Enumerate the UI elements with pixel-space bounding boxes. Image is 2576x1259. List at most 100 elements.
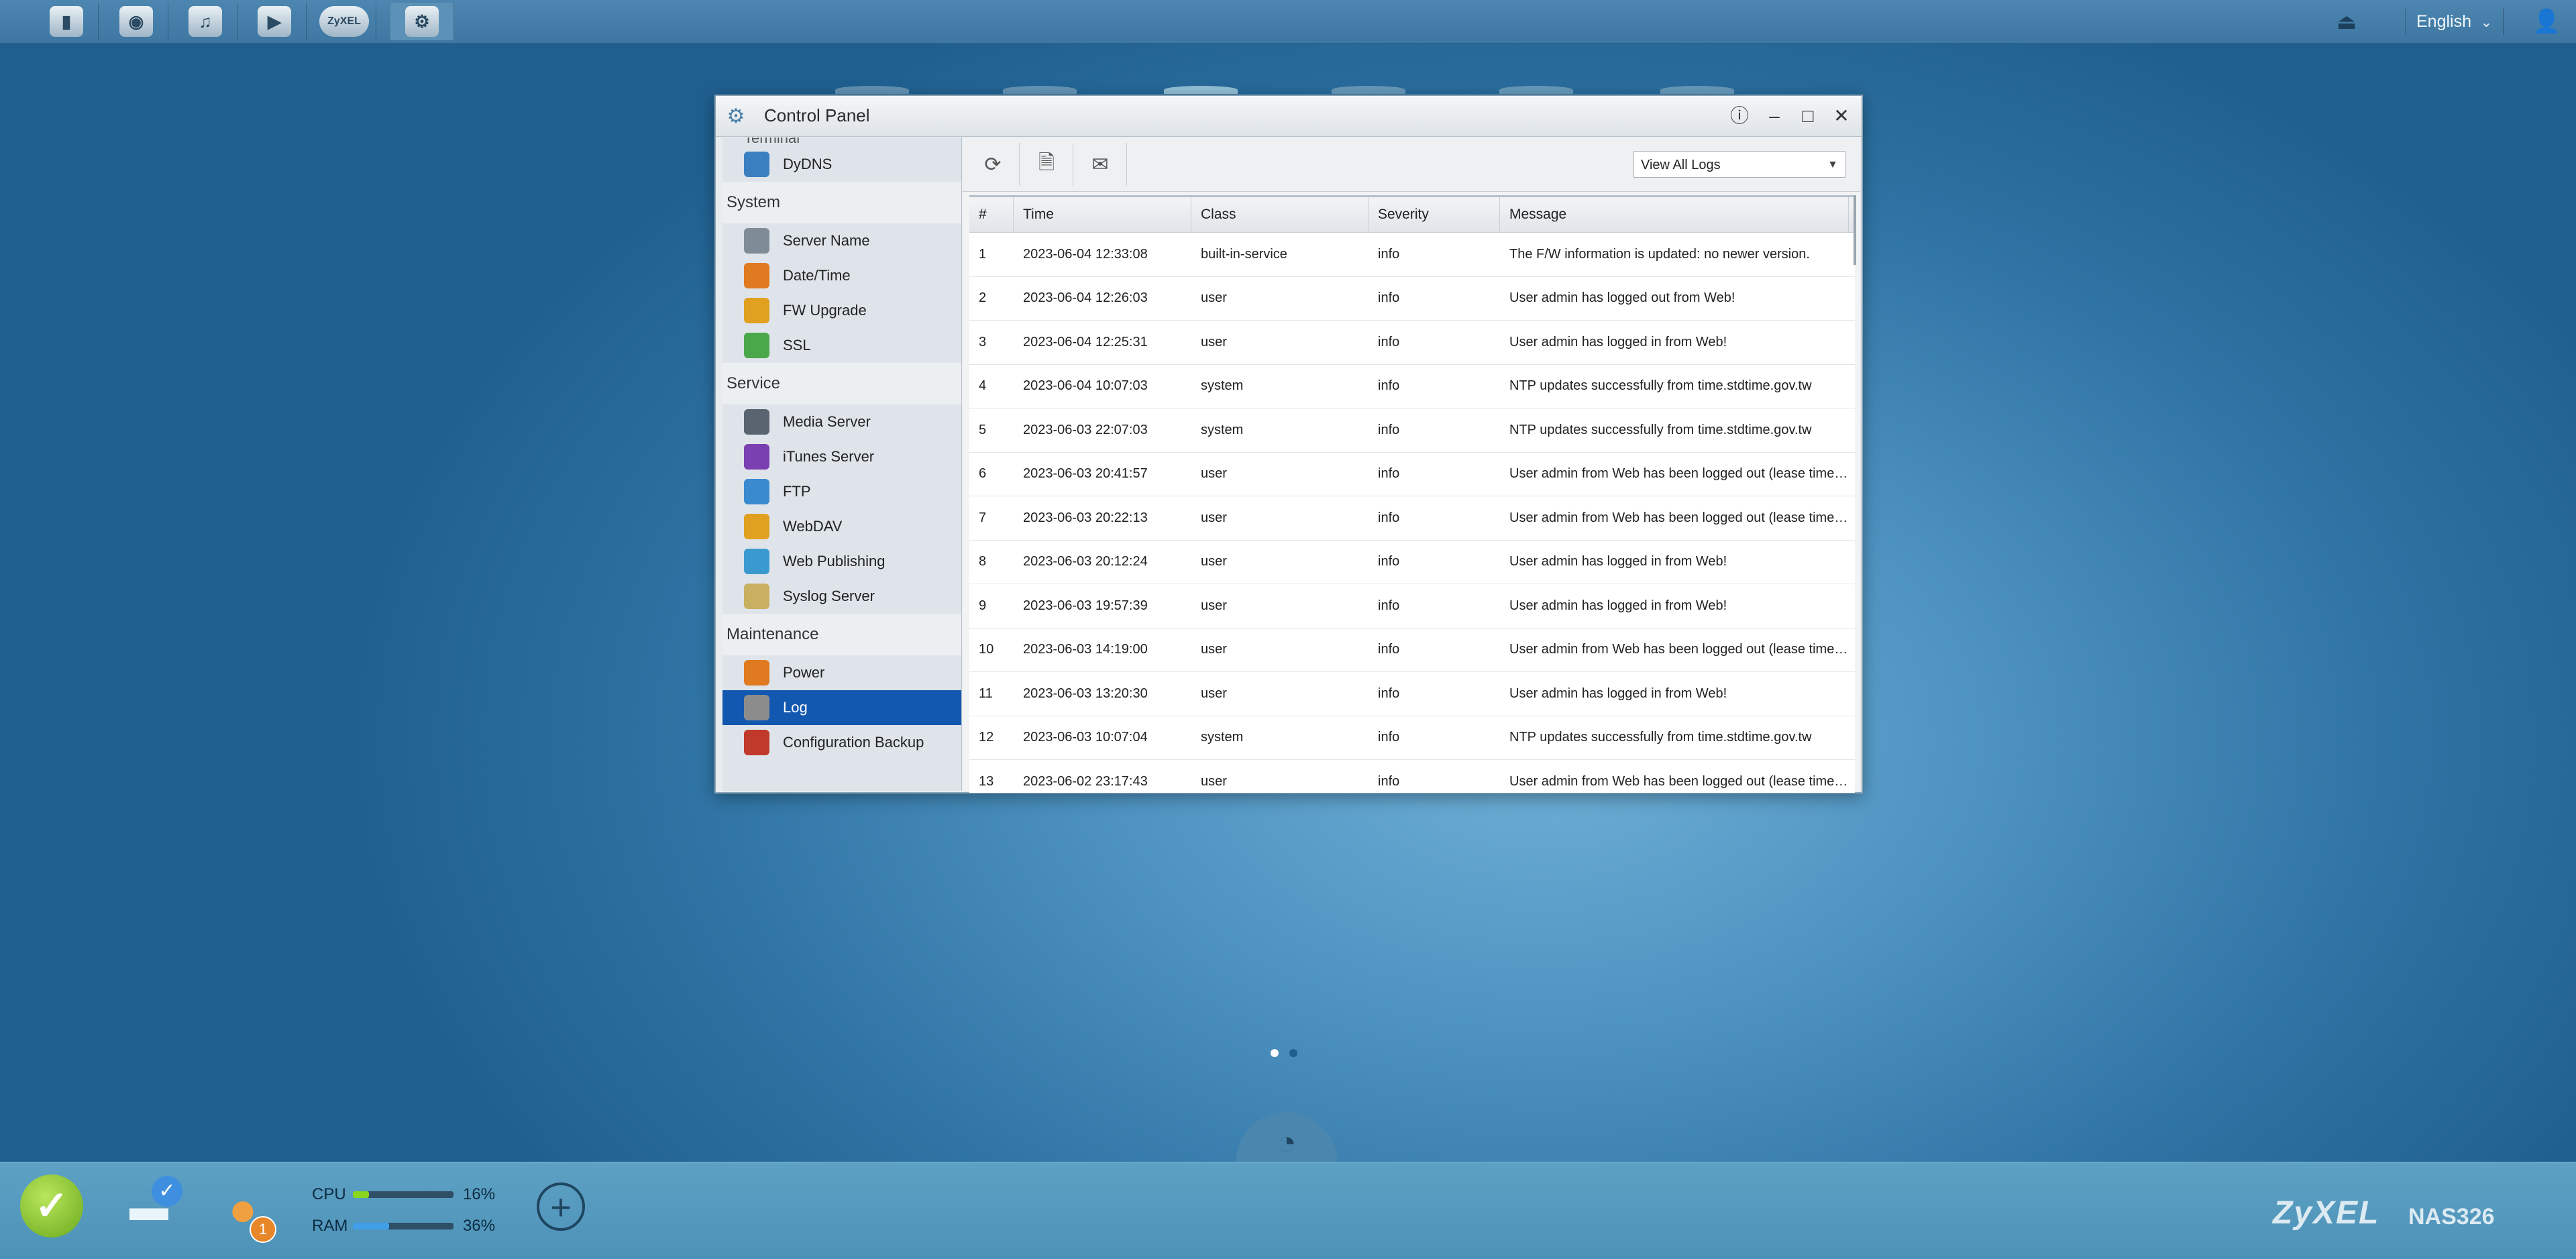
sidebar-item-dydns[interactable]: DyDNS xyxy=(722,147,961,182)
table-row[interactable]: 1 2023-06-04 12:33:08 built-in-service info… xyxy=(969,233,1855,277)
cpu-meter-fill xyxy=(353,1191,369,1198)
page-dot-1[interactable] xyxy=(1271,1049,1279,1057)
table-cell: 5 xyxy=(979,422,987,437)
table-cell: User admin has logged in from Web! xyxy=(1509,686,1727,701)
control-panel-icon: ⚙ xyxy=(727,105,745,127)
sidebar-item-webdav[interactable]: WebDAV xyxy=(722,509,961,544)
sidebar-item-ssl[interactable]: SSL xyxy=(722,328,961,363)
video-app-app-icon[interactable]: ▶ xyxy=(243,3,307,40)
page-dot-2[interactable] xyxy=(1289,1049,1297,1057)
table-row[interactable]: 9 2023-06-03 19:57:39 user info User admin h… xyxy=(969,584,1855,628)
sidebar-item-configuration-backup[interactable]: Configuration Backup xyxy=(722,725,961,760)
sidebar-item-terminal[interactable]: Terminal xyxy=(722,138,961,147)
close-button[interactable]: ✕ xyxy=(1829,104,1854,128)
table-cell: info xyxy=(1378,686,1400,701)
storage-status-icon[interactable]: ▬ ✓ xyxy=(115,1176,182,1239)
table-cell: system xyxy=(1201,730,1244,745)
sidebar-item-label: Configuration Backup xyxy=(783,734,924,751)
window-title: Control Panel xyxy=(764,105,870,125)
table-cell: system xyxy=(1201,422,1244,437)
table-cell: 13 xyxy=(979,773,994,789)
table-cell: User admin from Web has been logged out … xyxy=(1509,466,1848,482)
refresh-button[interactable]: ⟳ xyxy=(967,143,1020,186)
table-cell: user xyxy=(1201,466,1227,482)
sidebar-item-label: SSL xyxy=(783,337,811,353)
photo-app-app-icon[interactable]: ◉ xyxy=(105,3,168,40)
sidebar-item-itunes-server[interactable]: iTunes Server xyxy=(722,439,961,474)
table-row[interactable]: 12 2023-06-03 10:07:04 system info NTP updat… xyxy=(969,716,1855,760)
email-log-button[interactable]: ✉ xyxy=(1074,143,1127,186)
table-row[interactable]: 6 2023-06-03 20:41:57 user info User admin f… xyxy=(969,453,1855,496)
sidebar-item-fw-upgrade[interactable]: FW Upgrade xyxy=(722,293,961,328)
help-button[interactable]: ⓘ xyxy=(1727,104,1752,128)
file-browser-app-icon[interactable]: ▮ xyxy=(35,3,99,40)
table-row[interactable]: 10 2023-06-03 14:19:00 user info User admin … xyxy=(969,628,1855,672)
table-row[interactable]: 11 2023-06-03 13:20:30 user info User admin … xyxy=(969,672,1855,716)
system-ok-icon[interactable]: ✓ xyxy=(20,1174,83,1238)
table-cell: 2023-06-03 20:41:57 xyxy=(1023,466,1148,482)
configuration-backup-icon xyxy=(744,730,769,755)
table-cell: User admin from Web has been logged out … xyxy=(1509,510,1848,525)
sidebar-item-media-server[interactable]: Media Server xyxy=(722,404,961,439)
log-table: # Time Class Severity Message 1 2023-06-04 12… xyxy=(969,195,1855,793)
table-cell: User admin has logged in from Web! xyxy=(1509,334,1727,349)
ram-value: 36% xyxy=(463,1217,496,1235)
table-cell: info xyxy=(1378,773,1400,789)
log-filter-select[interactable]: View All Logs ▼ xyxy=(1633,151,1845,178)
sidebar-item-log[interactable]: Log xyxy=(722,690,961,725)
table-cell: user xyxy=(1201,686,1227,701)
language-selector[interactable]: English ⌄ xyxy=(2405,8,2504,35)
column-header[interactable]: Class xyxy=(1191,197,1368,232)
table-row[interactable]: 7 2023-06-03 20:22:13 user info User admin f… xyxy=(969,496,1855,541)
zyxel-cloud-app-icon[interactable]: ZyXEL xyxy=(313,3,376,40)
table-scrollbar[interactable] xyxy=(1854,195,1856,265)
sidebar-item-ftp[interactable]: FTP xyxy=(722,474,961,509)
table-cell: NTP updates successfully from time.stdti… xyxy=(1509,422,1812,437)
table-row[interactable]: 13 2023-06-02 23:17:43 user info User admin … xyxy=(969,760,1855,793)
table-cell: User admin has logged in from Web! xyxy=(1509,554,1727,569)
table-cell: NTP updates successfully from time.stdti… xyxy=(1509,378,1812,394)
sidebar-item-server-name[interactable]: Server Name xyxy=(722,223,961,258)
table-cell: 2023-06-03 14:19:00 xyxy=(1023,642,1148,657)
table-cell: user xyxy=(1201,334,1227,349)
table-row[interactable]: 4 2023-06-04 10:07:03 system info NTP update… xyxy=(969,365,1855,408)
column-header[interactable]: Severity xyxy=(1368,197,1500,232)
clear-log-button[interactable]: 🗎 xyxy=(1020,143,1073,186)
table-cell: 1 xyxy=(979,246,987,262)
background-window-tab xyxy=(1332,86,1405,94)
date-time-icon xyxy=(744,263,769,288)
table-cell: 7 xyxy=(979,510,987,525)
table-cell: built-in-service xyxy=(1201,246,1287,262)
user-account-icon[interactable]: 👤 xyxy=(2532,8,2561,35)
table-cell: info xyxy=(1378,290,1400,306)
sidebar-item-label: Terminal xyxy=(744,138,800,146)
column-header[interactable]: Message xyxy=(1500,197,1849,232)
background-window-tab xyxy=(1499,86,1573,94)
sidebar-item-web-publishing[interactable]: Web Publishing xyxy=(722,544,961,579)
table-row[interactable]: 5 2023-06-03 22:07:03 system info NTP update… xyxy=(969,408,1855,453)
column-header[interactable]: # xyxy=(969,197,1014,232)
file-browser-icon: ▮ xyxy=(50,6,83,37)
eject-icon[interactable]: ⏏ xyxy=(2334,9,2359,34)
table-row[interactable]: 3 2023-06-04 12:25:31 user info User admin h… xyxy=(969,321,1855,365)
control-panel-window: ⚙ Control Panel ⓘ – □ ✕ Terminal DyDNS Sy… xyxy=(714,95,1863,793)
column-header[interactable]: Time xyxy=(1014,197,1191,232)
language-label: English xyxy=(2416,12,2471,31)
table-cell: NTP updates successfully from time.stdti… xyxy=(1509,730,1812,745)
table-row[interactable]: 2 2023-06-04 12:26:03 user info User admin h… xyxy=(969,277,1855,321)
add-widget-button[interactable]: + xyxy=(537,1183,585,1231)
users-icon[interactable]: ● 1 xyxy=(209,1176,276,1243)
table-cell: info xyxy=(1378,642,1400,657)
ftp-icon xyxy=(744,479,769,504)
music-app-app-icon[interactable]: ♫ xyxy=(174,3,237,40)
window-titlebar[interactable]: ⚙ Control Panel ⓘ – □ ✕ xyxy=(716,96,1862,137)
cpu-label: CPU xyxy=(312,1185,346,1203)
maximize-button[interactable]: □ xyxy=(1796,104,1820,128)
minimize-button[interactable]: – xyxy=(1762,104,1786,128)
table-row[interactable]: 8 2023-06-03 20:12:24 user info User admin h… xyxy=(969,541,1855,584)
sidebar-item-syslog-server[interactable]: Syslog Server xyxy=(722,579,961,614)
zyxel-cloud-icon: ZyXEL xyxy=(319,6,369,37)
sidebar-item-date-time[interactable]: Date/Time xyxy=(722,258,961,293)
control-panel-app-icon[interactable]: ⚙ xyxy=(390,3,454,40)
sidebar-item-power[interactable]: Power xyxy=(722,655,961,690)
